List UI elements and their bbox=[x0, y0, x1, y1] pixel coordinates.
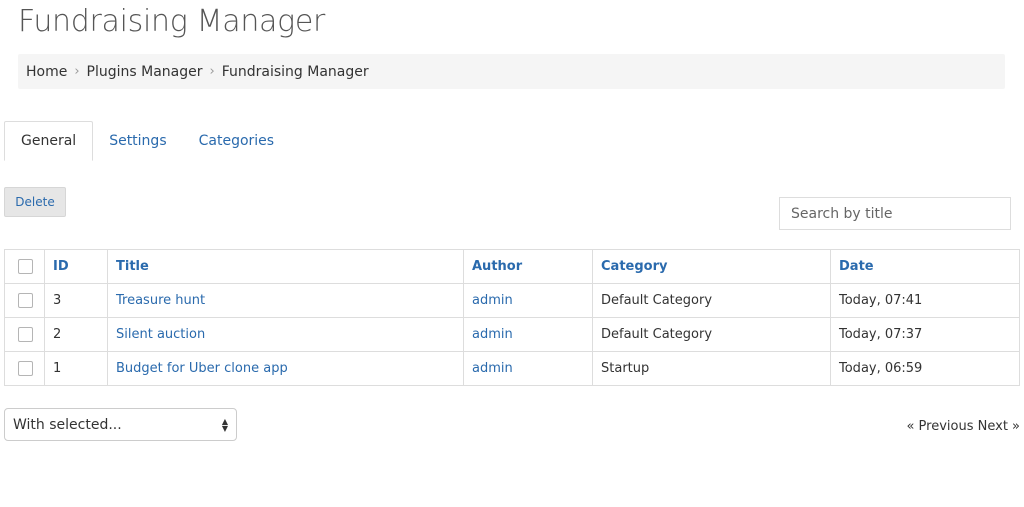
column-header-title[interactable]: Title bbox=[107, 249, 464, 284]
row-select-cell bbox=[4, 351, 45, 386]
table-row: 3 Treasure hunt admin Default Category T… bbox=[4, 283, 1020, 318]
breadcrumb-separator-icon: › bbox=[209, 64, 215, 79]
row-category: Default Category bbox=[592, 317, 831, 352]
column-header-category[interactable]: Category bbox=[592, 249, 831, 284]
row-select-cell bbox=[4, 317, 45, 352]
row-author-link[interactable]: admin bbox=[472, 293, 513, 308]
breadcrumb-plugins-manager[interactable]: Plugins Manager bbox=[87, 64, 203, 80]
row-author-cell: admin bbox=[463, 283, 593, 318]
tab-categories[interactable]: Categories bbox=[183, 121, 290, 161]
select-arrows-icon: ▲ ▼ bbox=[221, 416, 228, 433]
row-title-link[interactable]: Silent auction bbox=[116, 327, 205, 342]
row-date: Today, 07:41 bbox=[830, 283, 1020, 318]
bulk-action-select[interactable]: With selected... ▲ ▼ bbox=[4, 408, 237, 441]
delete-button[interactable]: Delete bbox=[4, 187, 66, 217]
row-title-link[interactable]: Treasure hunt bbox=[116, 293, 205, 308]
breadcrumb: Home › Plugins Manager › Fundraising Man… bbox=[18, 54, 1005, 89]
row-title-cell: Budget for Uber clone app bbox=[107, 351, 464, 386]
row-author-link[interactable]: admin bbox=[472, 361, 513, 376]
breadcrumb-current: Fundraising Manager bbox=[221, 63, 369, 80]
header-select-cell bbox=[4, 249, 45, 284]
pagination: « Previous Next » bbox=[906, 419, 1020, 434]
row-id: 1 bbox=[44, 351, 108, 386]
page: Fundraising Manager Home › Plugins Manag… bbox=[0, 0, 1024, 507]
row-title-link[interactable]: Budget for Uber clone app bbox=[116, 361, 288, 376]
row-title-cell: Silent auction bbox=[107, 317, 464, 352]
row-id: 3 bbox=[44, 283, 108, 318]
breadcrumb-home[interactable]: Home bbox=[26, 64, 67, 80]
column-header-id[interactable]: ID bbox=[44, 249, 108, 284]
search-input[interactable] bbox=[779, 197, 1011, 230]
row-title-cell: Treasure hunt bbox=[107, 283, 464, 318]
row-date: Today, 06:59 bbox=[830, 351, 1020, 386]
column-header-author[interactable]: Author bbox=[463, 249, 593, 284]
row-select-cell bbox=[4, 283, 45, 318]
tab-general[interactable]: General bbox=[4, 121, 94, 161]
row-id: 2 bbox=[44, 317, 108, 352]
table-row: 1 Budget for Uber clone app admin Startu… bbox=[4, 351, 1020, 386]
row-checkbox[interactable] bbox=[18, 293, 33, 308]
row-checkbox[interactable] bbox=[18, 327, 33, 342]
breadcrumb-separator-icon: › bbox=[74, 64, 80, 79]
tab-bar: General Settings Categories bbox=[4, 121, 1020, 161]
tab-settings[interactable]: Settings bbox=[93, 121, 182, 161]
next-page-link[interactable]: Next » bbox=[978, 419, 1020, 434]
row-author-link[interactable]: admin bbox=[472, 327, 513, 342]
table-header-row: ID Title Author Category Date bbox=[4, 249, 1020, 284]
page-title: Fundraising Manager bbox=[18, 4, 326, 39]
row-author-cell: admin bbox=[463, 317, 593, 352]
items-table: ID Title Author Category Date 3 Treasure… bbox=[4, 249, 1020, 386]
bulk-action-selected-value: With selected... bbox=[13, 416, 122, 433]
row-checkbox[interactable] bbox=[18, 361, 33, 376]
row-date: Today, 07:37 bbox=[830, 317, 1020, 352]
table-row: 2 Silent auction admin Default Category … bbox=[4, 317, 1020, 352]
previous-page-link[interactable]: « Previous bbox=[906, 419, 973, 434]
row-category: Startup bbox=[592, 351, 831, 386]
select-all-checkbox[interactable] bbox=[18, 259, 33, 274]
row-category: Default Category bbox=[592, 283, 831, 318]
row-author-cell: admin bbox=[463, 351, 593, 386]
column-header-date[interactable]: Date bbox=[830, 249, 1020, 284]
